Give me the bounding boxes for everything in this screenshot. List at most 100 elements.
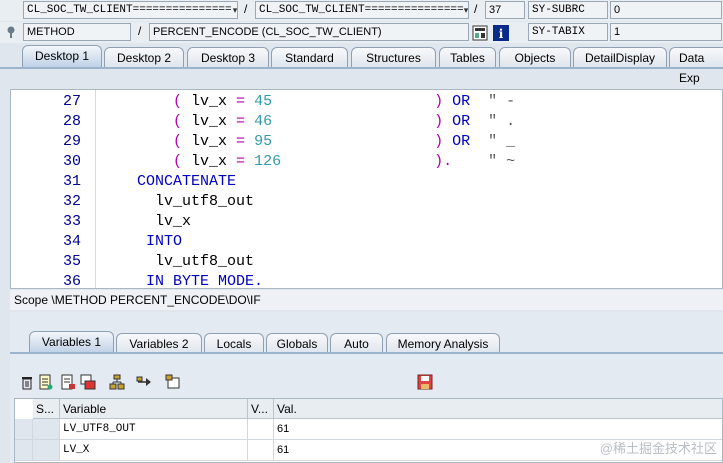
source-code-editor[interactable]: 27 ( lv_x = 45 ) OR " -28 ( lv_x = 46 ) …: [10, 89, 723, 289]
slash-separator: /: [474, 2, 478, 16]
code-token: " -: [488, 93, 516, 110]
code-text: lv_utf8_out: [101, 252, 254, 272]
code-line[interactable]: 27 ( lv_x = 45 ) OR " -: [11, 92, 722, 112]
code-text: ( lv_x = 126 ). " ~: [101, 152, 515, 172]
svg-text:i: i: [499, 27, 504, 41]
hierarchy-icon[interactable]: [109, 374, 125, 390]
tab-detail-display[interactable]: DetailDisplay: [573, 47, 667, 67]
code-token: " .: [488, 113, 516, 130]
code-line[interactable]: 29 ( lv_x = 95 ) OR " _: [11, 132, 722, 152]
tab-locals[interactable]: Locals: [204, 333, 264, 353]
code-token: lv_x: [155, 213, 192, 230]
code-token: (: [173, 133, 192, 150]
code-line[interactable]: 30 ( lv_x = 126 ). " ~: [11, 152, 722, 172]
code-line[interactable]: 35 lv_utf8_out: [11, 252, 722, 272]
code-line[interactable]: 31 CONCATENATE: [11, 172, 722, 192]
program-field[interactable]: CL_SOC_TW_CLIENT===============: [23, 1, 238, 19]
tab-desktop-2[interactable]: Desktop 2: [104, 47, 184, 67]
chevron-down-icon[interactable]: ▾: [230, 1, 240, 19]
code-token: (: [173, 113, 192, 130]
line-number: 29: [62, 133, 81, 150]
code-token: =: [236, 113, 255, 130]
code-token: =: [236, 133, 255, 150]
code-token: IN BYTE MODE.: [146, 273, 264, 289]
tab-globals[interactable]: Globals: [266, 333, 328, 353]
table-row[interactable]: LV_UTF8_OUT 61: [15, 419, 722, 440]
code-token: INTO: [146, 233, 183, 250]
tab-desktop-3[interactable]: Desktop 3: [187, 47, 269, 67]
tab-objects[interactable]: Objects: [499, 47, 571, 67]
tab-auto[interactable]: Auto: [330, 333, 383, 353]
event-name-field[interactable]: PERCENT_ENCODE (CL_SOC_TW_CLIENT): [149, 23, 469, 41]
code-token: OR: [452, 93, 489, 110]
code-line[interactable]: 33 lv_x: [11, 212, 722, 232]
code-token: 95: [254, 133, 273, 150]
code-token: " ~: [488, 153, 516, 170]
code-line[interactable]: 34 INTO: [11, 232, 722, 252]
code-line[interactable]: 36 IN BYTE MODE.: [11, 272, 722, 289]
chevron-down-icon[interactable]: ▾: [461, 1, 471, 19]
load-variables-icon[interactable]: [80, 374, 96, 390]
tab-variables-1[interactable]: Variables 1: [29, 331, 114, 354]
status-cell: [33, 440, 60, 461]
include-field[interactable]: CL_SOC_TW_CLIENT===============: [255, 1, 469, 19]
scope-display: Scope \METHOD PERCENT_ENCODE\DO\IF: [10, 290, 723, 310]
save-icon[interactable]: [417, 374, 433, 390]
variable-list-icon[interactable]: [38, 374, 54, 390]
line-number-field[interactable]: 37: [485, 1, 525, 19]
sy-subrc-value[interactable]: 0: [610, 1, 722, 19]
code-line[interactable]: 28 ( lv_x = 46 ) OR " .: [11, 112, 722, 132]
line-number: 36: [62, 273, 81, 289]
variables-toolbar: [14, 374, 723, 394]
event-type-field[interactable]: METHOD: [23, 23, 131, 41]
code-token: (: [173, 93, 192, 110]
display-object-icon[interactable]: [472, 25, 488, 41]
column-header-value-flag[interactable]: V...: [248, 399, 274, 419]
value-flag-cell: [248, 419, 274, 440]
value-flag-cell: [248, 440, 274, 461]
code-text: INTO: [101, 232, 182, 252]
column-header-status[interactable]: S...: [33, 399, 60, 419]
tab-tables[interactable]: Tables: [439, 47, 496, 67]
value-cell[interactable]: 61: [274, 419, 722, 440]
code-text: lv_utf8_out: [101, 192, 254, 212]
code-token: ): [434, 133, 453, 150]
tab-variables-2[interactable]: Variables 2: [116, 333, 202, 353]
code-token: 126: [254, 153, 282, 170]
info-icon[interactable]: i: [493, 25, 509, 41]
navigate-icon[interactable]: [136, 374, 152, 390]
code-token: OR: [452, 113, 489, 130]
code-token: =: [236, 93, 255, 110]
line-number: 35: [62, 253, 81, 270]
row-selector[interactable]: [15, 440, 33, 461]
tab-memory-analysis[interactable]: Memory Analysis: [386, 333, 500, 353]
code-token: CONCATENATE: [137, 173, 237, 190]
code-token: lv_x: [191, 153, 237, 170]
variable-name-cell[interactable]: LV_UTF8_OUT: [60, 419, 248, 440]
tab-data-explorer[interactable]: Data Exp: [669, 47, 723, 85]
code-token: 45: [254, 93, 273, 110]
row-selector[interactable]: [15, 419, 33, 440]
line-number: 28: [62, 113, 81, 130]
save-variables-icon[interactable]: [60, 374, 76, 390]
tab-desktop-1[interactable]: Desktop 1: [22, 45, 102, 68]
sy-tabix-value[interactable]: 1: [610, 23, 722, 41]
column-header-variable[interactable]: Variable: [60, 399, 248, 419]
line-number: 27: [62, 93, 81, 110]
new-tool-icon[interactable]: [165, 374, 181, 390]
column-header-value[interactable]: Val.: [274, 399, 722, 419]
code-text: ( lv_x = 46 ) OR " .: [101, 112, 515, 132]
code-line[interactable]: 32 lv_utf8_out: [11, 192, 722, 212]
delete-icon[interactable]: [19, 374, 35, 390]
tab-structures[interactable]: Structures: [351, 47, 436, 67]
code-token: lv_utf8_out: [155, 193, 255, 210]
desktop-tabstrip: Desktop 1 Desktop 2 Desktop 3 Standard S…: [0, 44, 723, 85]
sy-subrc-label: SY-SUBRC: [528, 1, 608, 19]
slash-separator: /: [244, 2, 248, 16]
code-token: ).: [434, 153, 453, 170]
tab-standard[interactable]: Standard: [271, 47, 348, 67]
variable-name-cell[interactable]: LV_X: [60, 440, 248, 461]
code-token: lv_x: [191, 113, 237, 130]
